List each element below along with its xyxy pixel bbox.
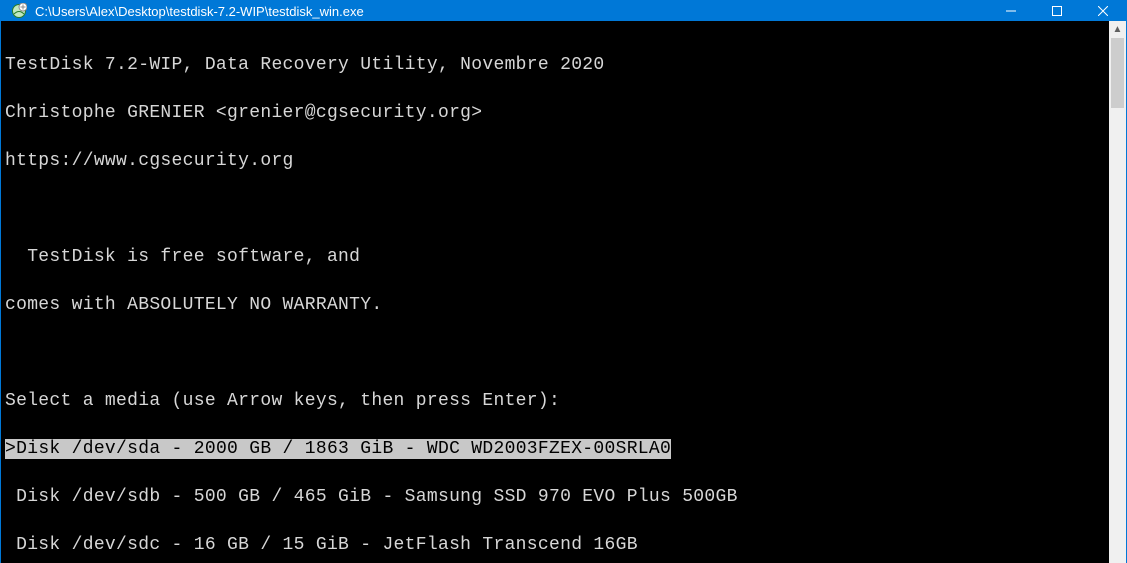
intro-line-1: TestDisk is free software, and [5,245,1109,269]
chevron-up-icon: ▲ [1113,24,1123,35]
window-controls [988,1,1126,21]
select-prompt: Select a media (use Arrow keys, then pre… [5,389,1109,413]
close-button[interactable] [1080,1,1126,21]
selection-pointer: > [5,439,16,459]
disk-row[interactable]: Disk /dev/sdc - 16 GB / 15 GiB - JetFlas… [5,533,1109,557]
scroll-up-button[interactable]: ▲ [1109,21,1126,38]
vertical-scrollbar[interactable]: ▲ ▼ [1109,21,1126,563]
window-title: C:\Users\Alex\Desktop\testdisk-7.2-WIP\t… [35,4,988,19]
disk-text: Disk /dev/sda - 2000 GB / 1863 GiB - WDC… [16,439,671,459]
url-line: https://www.cgsecurity.org [5,149,1109,173]
disk-row[interactable]: Disk /dev/sdb - 500 GB / 465 GiB - Samsu… [5,485,1109,509]
author-line: Christophe GRENIER <grenier@cgsecurity.o… [5,101,1109,125]
client-area: TestDisk 7.2-WIP, Data Recovery Utility,… [1,21,1126,563]
app-icon [9,1,29,21]
maximize-button[interactable] [1034,1,1080,21]
titlebar[interactable]: C:\Users\Alex\Desktop\testdisk-7.2-WIP\t… [1,1,1126,21]
blank-line [5,197,1109,221]
version-line: TestDisk 7.2-WIP, Data Recovery Utility,… [5,53,1109,77]
minimize-button[interactable] [988,1,1034,21]
console-output[interactable]: TestDisk 7.2-WIP, Data Recovery Utility,… [1,21,1109,563]
intro-line-2: comes with ABSOLUTELY NO WARRANTY. [5,293,1109,317]
scroll-track[interactable] [1109,38,1126,563]
scroll-thumb[interactable] [1111,38,1124,108]
disk-row-selected[interactable]: >Disk /dev/sda - 2000 GB / 1863 GiB - WD… [5,437,1109,461]
blank-line [5,341,1109,365]
console-window: C:\Users\Alex\Desktop\testdisk-7.2-WIP\t… [0,0,1127,563]
